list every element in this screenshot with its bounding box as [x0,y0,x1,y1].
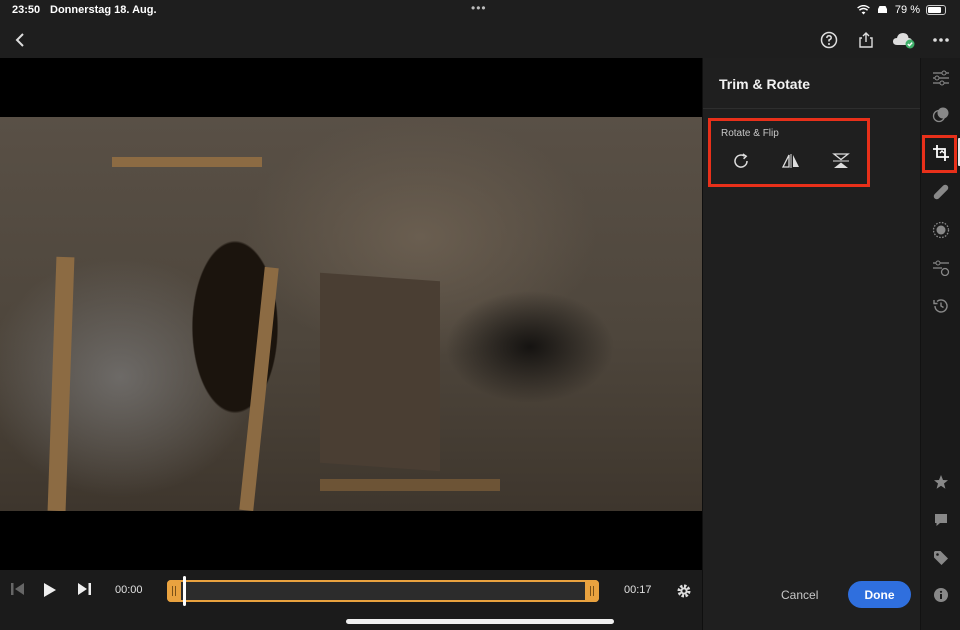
flip-vertical-icon [832,153,850,168]
rail-masking-button[interactable] [927,101,955,129]
wood-beam-decor [47,256,75,511]
status-time: 23:50 [12,4,41,16]
trim-start-handle[interactable] [167,580,181,602]
tag-icon [934,551,948,565]
rotate-button[interactable] [728,149,754,173]
masking-icon [932,107,949,123]
trim-rotate-panel: Trim & Rotate Rotate & Flip Cancel Done [702,58,921,630]
rail-tag-button[interactable] [927,544,955,572]
trim-timeline[interactable] [167,576,599,606]
done-button[interactable]: Done [848,581,911,608]
rotate-icon [734,153,748,168]
rail-adjust-button[interactable] [927,64,955,92]
multitasking-dots-icon[interactable]: ••• [471,1,487,15]
rotate-flip-label: Rotate & Flip [721,128,779,139]
rail-crop-rotate-button[interactable] [927,139,955,167]
healing-icon [933,184,949,200]
status-right: 79 % [857,4,946,16]
step-back-button[interactable] [10,582,26,601]
info-icon [934,588,948,602]
playhead[interactable] [183,576,186,606]
video-settings-button[interactable] [676,583,692,604]
gear-icon [677,584,691,598]
end-time: 00:17 [624,584,652,596]
cloud-synced-icon [893,33,915,49]
wood-beam-decor [320,479,500,491]
step-forward-button[interactable] [76,582,92,601]
help-icon [820,31,838,49]
status-date: Donnerstag 18. Aug. [50,4,157,16]
rail-vignette-button[interactable] [927,216,955,244]
rail-presets-button[interactable] [927,254,955,282]
more-icon [933,38,949,42]
battery-percent: 79 % [894,4,920,16]
play-icon [44,583,56,597]
wood-beam-decor [112,157,262,167]
presets-icon [933,260,950,276]
share-icon [859,32,873,48]
wifi-icon [857,5,870,15]
vignette-icon [932,221,950,239]
step-back-icon [11,583,24,595]
home-indicator[interactable] [346,619,614,624]
door-panel-decor [320,272,440,472]
rail-comment-button[interactable] [927,506,955,534]
top-toolbar [0,22,960,58]
wood-beam-decor [239,266,279,511]
rotate-flip-section: Rotate & Flip [708,118,870,187]
battery-icon [926,5,946,15]
car-icon [877,6,887,13]
current-time: 00:00 [115,584,143,596]
adjust-icon [933,70,949,86]
rail-history-button[interactable] [927,292,955,320]
history-icon [933,299,948,313]
help-button[interactable] [815,26,843,54]
flip-vertical-button[interactable] [828,149,854,173]
back-icon [15,33,24,47]
cancel-button[interactable]: Cancel [781,588,818,602]
panel-title: Trim & Rotate [719,76,811,92]
rail-rating-button[interactable] [927,468,955,496]
cloud-sync-button[interactable] [890,26,918,54]
playback-bar: 00:00 00:17 [0,570,702,612]
step-forward-icon [78,583,91,595]
more-button[interactable] [927,26,955,54]
video-frame [0,117,702,511]
share-button[interactable] [852,26,880,54]
back-button[interactable] [6,26,34,54]
comment-icon [935,514,947,526]
star-icon [934,475,948,489]
flip-horizontal-button[interactable] [778,149,804,173]
rail-info-button[interactable] [927,581,955,609]
status-bar: 23:50 Donnerstag 18. Aug. ••• 79 % [0,0,960,22]
play-button[interactable] [43,582,57,603]
tool-rail [920,58,960,630]
rail-healing-button[interactable] [927,178,955,206]
crop-rotate-icon [933,145,949,161]
flip-horizontal-icon [782,154,799,168]
trim-end-handle[interactable] [585,580,599,602]
panel-divider [703,108,921,109]
